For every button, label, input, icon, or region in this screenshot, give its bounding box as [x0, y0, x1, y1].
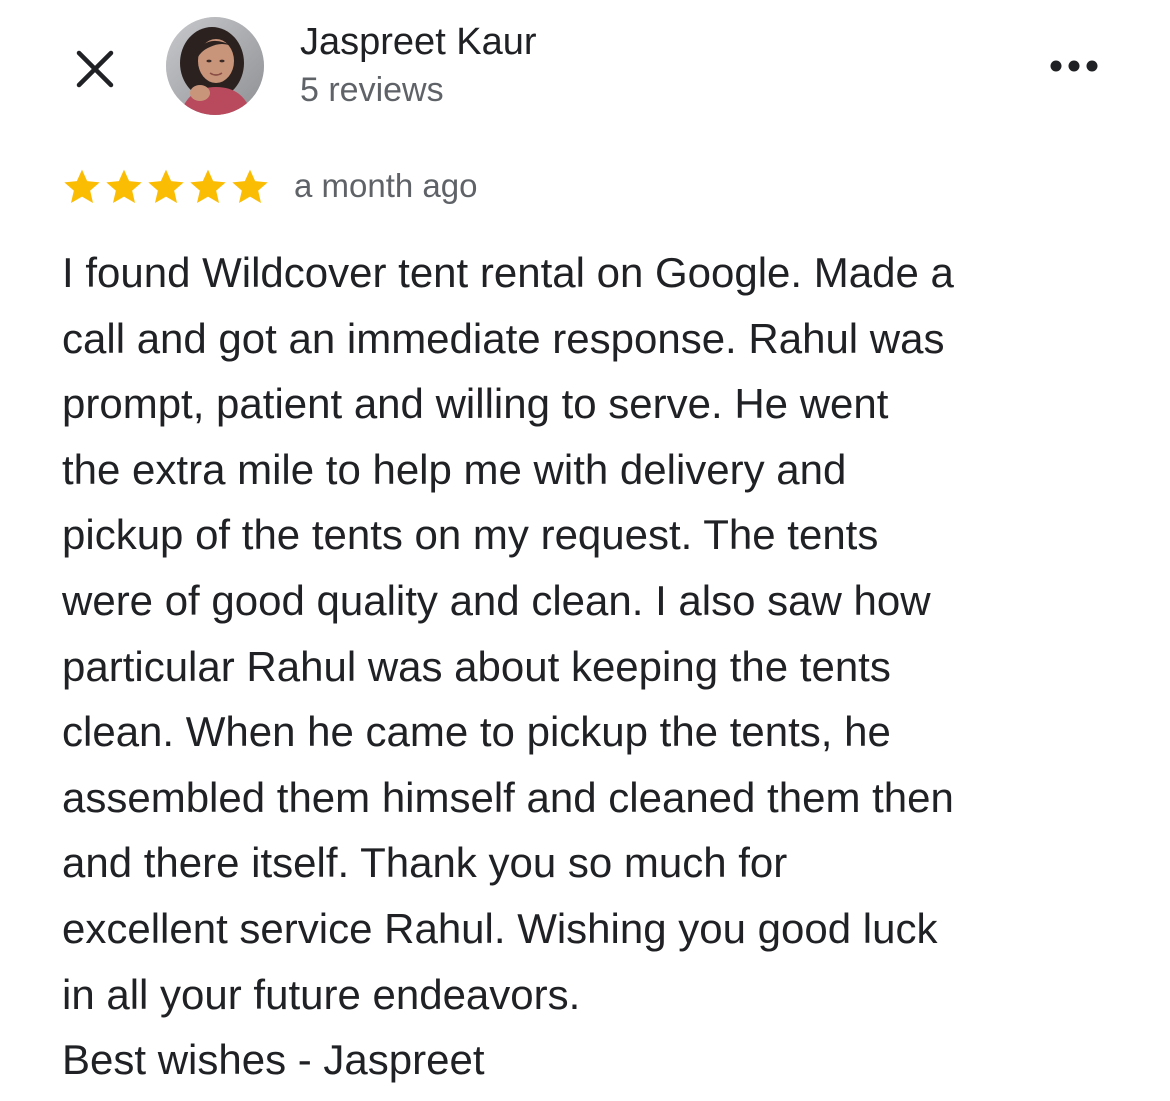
close-button[interactable]	[70, 44, 120, 94]
review-line: call and got an immediate response. Rahu…	[62, 314, 945, 362]
review-line: I found Wildcover tent rental on Google.…	[62, 249, 954, 296]
review-line: excellent service Rahul. Wishing you goo…	[62, 904, 938, 952]
review-line: assembled them himself and cleaned them …	[62, 773, 954, 821]
review-line: clean. When he came to pickup the tents,…	[62, 708, 891, 756]
review-line: were of good quality and clean. I also s…	[62, 576, 931, 624]
avatar[interactable]	[166, 17, 264, 115]
close-icon	[76, 50, 114, 88]
star-rating	[62, 167, 270, 207]
star-icon	[232, 169, 268, 203]
review-date: a month ago	[294, 167, 478, 204]
review-line: and there itself. Thank you so much for	[62, 839, 788, 887]
review-text: I found Wildcover tent rental on Google.…	[62, 240, 1122, 1093]
star-icon	[190, 169, 226, 203]
author-name[interactable]: Jaspreet Kaur	[300, 19, 537, 65]
review-count: 5 reviews	[300, 71, 444, 109]
profile-photo	[166, 17, 264, 115]
star-icon	[64, 169, 100, 203]
star-icon	[106, 169, 142, 203]
review-line: prompt, patient and willing to serve. He…	[62, 380, 889, 428]
review-line: particular Rahul was about keeping the t…	[62, 642, 891, 690]
review-line: in all your future endeavors.	[62, 970, 581, 1018]
review-line: the extra mile to help me with delivery …	[62, 445, 847, 493]
star-icon	[148, 169, 184, 203]
more-horizontal-icon	[1050, 60, 1098, 72]
review-line: pickup of the tents on my request. The t…	[62, 511, 879, 559]
more-options-button[interactable]	[1046, 54, 1102, 78]
review-line: Best wishes - Jaspreet	[62, 1036, 485, 1084]
